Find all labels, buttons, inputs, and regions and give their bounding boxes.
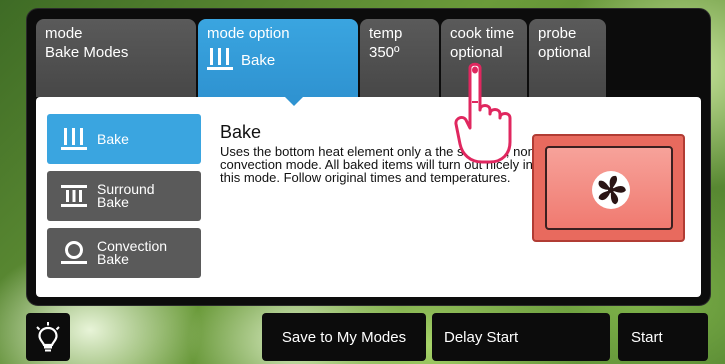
tab-cook-time-label: cook time [450, 25, 515, 42]
tab-mode-value: Bake Modes [45, 44, 129, 61]
fan-button-face [545, 146, 673, 230]
tab-temp-label: temp [369, 25, 403, 42]
start-button[interactable]: Start [618, 313, 708, 361]
surround-bake-icon [61, 185, 87, 207]
tab-probe-value: optional [538, 44, 591, 61]
mode-description-title: Bake [220, 122, 262, 142]
tab-mode-option-value: Bake [241, 52, 276, 69]
tab-mode-option[interactable]: mode option Bake [198, 19, 358, 97]
tab-mode[interactable]: mode Bake Modes [36, 19, 196, 97]
mode-option-content: Bake Surround Bake Convection Bake Bake … [36, 97, 701, 297]
tab-temp-value: 350º [369, 44, 400, 61]
mode-button-bake[interactable]: Bake [47, 114, 201, 164]
oven-control-panel: mode Bake Modes mode option Bake temp 35… [26, 8, 711, 306]
light-bulb-icon [36, 322, 60, 352]
save-to-my-modes-button[interactable]: Save to My Modes [262, 313, 426, 361]
pointing-hand-icon [454, 62, 512, 164]
active-tab-pointer [285, 97, 303, 106]
bake-icon [61, 128, 87, 150]
tab-probe[interactable]: probe optional [529, 19, 606, 97]
mode-button-sublabel: Bake [97, 251, 129, 267]
mode-button-convection-bake[interactable]: Convection Bake [47, 228, 201, 278]
tab-mode-label: mode [45, 25, 83, 42]
light-button[interactable] [26, 313, 70, 361]
delay-start-button[interactable]: Delay Start [432, 313, 610, 361]
tab-probe-label: probe [538, 25, 577, 42]
convection-bake-icon [61, 241, 87, 264]
mode-button-label: Bake [97, 130, 129, 147]
mode-button-sublabel: Bake [97, 194, 129, 210]
bake-icon [207, 48, 233, 70]
tab-temp[interactable]: temp 350º [360, 19, 439, 97]
mode-button-surround-bake[interactable]: Surround Bake [47, 171, 201, 221]
tab-mode-option-label: mode option [207, 25, 290, 42]
tab-cook-time-value: optional [450, 44, 503, 61]
convection-fan-button[interactable] [532, 134, 685, 242]
fan-icon [592, 171, 630, 209]
